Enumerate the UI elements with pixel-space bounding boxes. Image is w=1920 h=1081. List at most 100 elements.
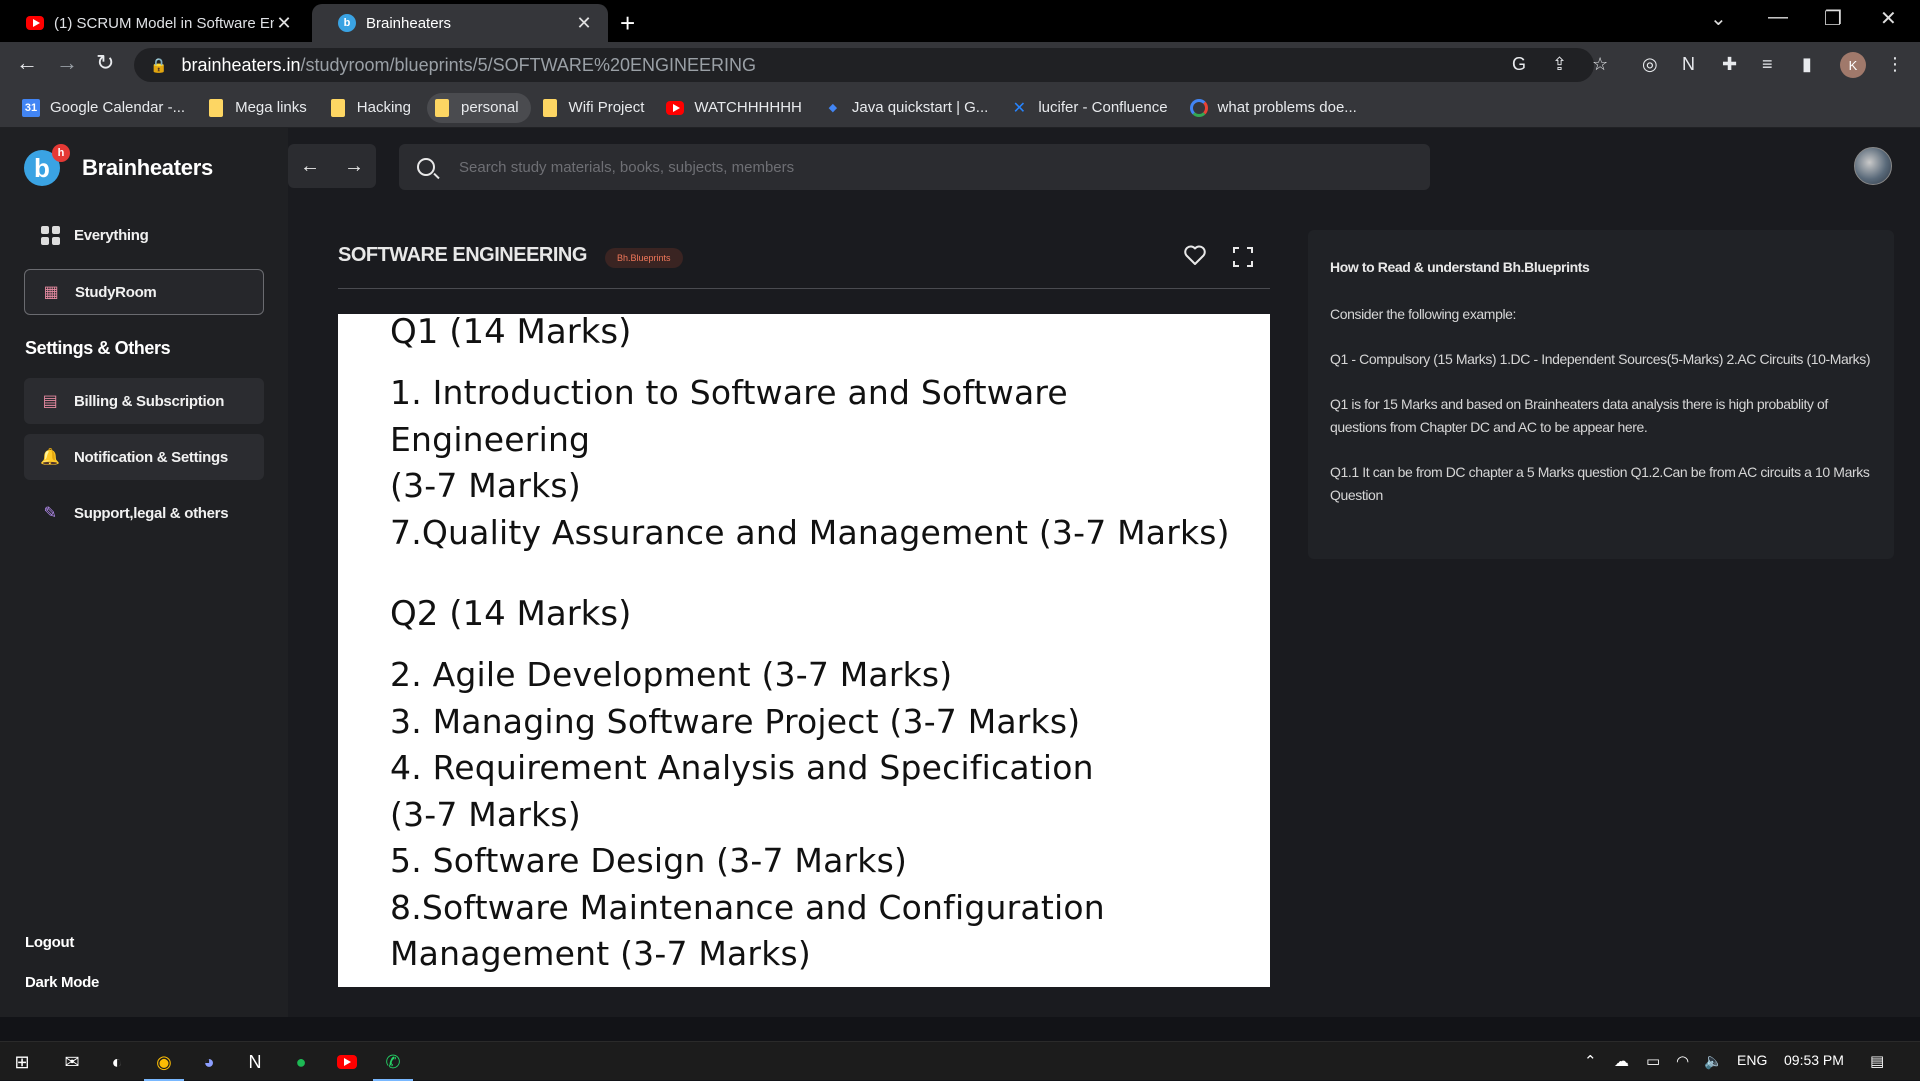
windows-start-icon[interactable]: ⊞ (8, 1048, 36, 1076)
bookmark-label: lucifer - Confluence (1038, 99, 1168, 116)
reload-button[interactable]: ↻ (96, 50, 114, 76)
discord-icon[interactable]: ◕ (195, 1048, 223, 1076)
back-button[interactable]: ← (16, 50, 38, 76)
dark-mode-toggle[interactable]: Dark Mode (25, 974, 99, 991)
bookmark-label: personal (460, 99, 519, 116)
settings-heading: Settings & Others (25, 338, 171, 358)
q2-line: 2. Agile Development (3-7 Marks) (390, 655, 953, 694)
mail-icon[interactable]: ✉ (58, 1048, 86, 1076)
tab-brainheaters[interactable]: b Brainheaters ✕ (312, 4, 608, 42)
arrow-right-icon[interactable]: → (344, 155, 364, 178)
bookmark-star-icon[interactable]: ☆ (1592, 54, 1608, 75)
bookmark-what-problems[interactable]: what problems doe... (1184, 93, 1369, 123)
calendar-icon: 31 (22, 98, 40, 117)
bookmark-hacking[interactable]: Hacking (323, 93, 423, 123)
battery-icon[interactable]: ▭ (1646, 1052, 1660, 1070)
window-close-button[interactable]: ✕ (1880, 6, 1897, 31)
tray-chevron-icon[interactable]: ⌃ (1584, 1052, 1597, 1070)
q1-line: 1. Introduction to Software and Software… (390, 373, 1068, 459)
sidebar-item-studyroom[interactable]: ▦ StudyRoom (24, 269, 264, 315)
notion-taskbar-icon[interactable]: N (241, 1048, 269, 1076)
windows-taskbar: ⊞ ✉ ◐ ◉ ◕ N ● ✆ ⌃ ☁ ▭ ◠ 🔈 ENG 09:53 PM ▤ (0, 1041, 1920, 1081)
bookmark-label: Wifi Project (568, 99, 645, 116)
google-lens-icon[interactable]: G (1512, 54, 1526, 75)
extensions-puzzle-icon[interactable]: ✚ (1722, 54, 1737, 75)
whatsapp-icon[interactable]: ✆ (373, 1048, 413, 1081)
logo-letter: b (34, 152, 50, 183)
close-icon[interactable]: ✕ (274, 13, 294, 34)
media-control-icon[interactable]: ≡ (1762, 54, 1773, 75)
folder-icon (329, 98, 347, 117)
volume-icon[interactable]: 🔈 (1704, 1052, 1723, 1070)
brainheaters-icon: b (338, 14, 356, 32)
history-nav: ← → (288, 144, 376, 188)
info-heading: How to Read & understand Bh.Blueprints (1330, 259, 1590, 275)
new-tab-button[interactable]: + (620, 8, 635, 39)
sidebar-item-billing[interactable]: ▤ Billing & Subscription (24, 378, 264, 424)
blueprint-document: Q1 (14 Marks) 1. Introduction to Softwar… (338, 314, 1270, 987)
clock[interactable]: 09:53 PM (1784, 1052, 1844, 1068)
wifi-icon[interactable]: ◠ (1676, 1052, 1689, 1070)
profile-avatar[interactable]: K (1840, 52, 1866, 78)
bookmark-label: Hacking (356, 99, 411, 116)
arrow-left-icon[interactable]: ← (300, 155, 320, 178)
folder-icon (433, 98, 451, 117)
bell-icon: 🔔 (40, 449, 60, 466)
address-bar[interactable]: 🔒 brainheaters.in/studyroom/blueprints/5… (134, 48, 1594, 82)
sidebar: b h Brainheaters Everything ▦ StudyRoom … (0, 128, 288, 1017)
q1-line: 7.Quality Assurance and Management (3-7 … (390, 512, 1230, 552)
restore-button[interactable]: ❐ (1824, 6, 1842, 31)
sidebar-item-everything[interactable]: Everything (24, 212, 264, 258)
q2-line: 4. Requirement Analysis and Specificatio… (390, 748, 1094, 787)
user-avatar[interactable] (1854, 147, 1892, 185)
folder-icon (541, 98, 559, 117)
sidebar-item-label: StudyRoom (75, 283, 157, 301)
chrome-icon[interactable]: ◉ (144, 1048, 184, 1081)
info-paragraph: Q1 - Compulsory (15 Marks) 1.DC - Indepe… (1330, 351, 1871, 367)
bookmark-personal[interactable]: personal (426, 92, 531, 123)
menu-kebab-icon[interactable]: ⋮ (1886, 54, 1904, 75)
sidebar-item-support[interactable]: ✎ Support,legal & others (24, 490, 264, 536)
forward-button[interactable]: → (56, 50, 78, 76)
search-input[interactable] (459, 158, 1359, 176)
bookmark-watch[interactable]: WATCHHHHHH (660, 93, 813, 123)
notifications-icon[interactable]: ▤ (1870, 1052, 1884, 1070)
wand-icon: ✎ (43, 505, 57, 522)
extension-glasses-icon[interactable]: ◎ (1642, 54, 1658, 75)
bookmark-google-calendar[interactable]: 31 Google Calendar -... (16, 93, 197, 123)
onedrive-icon[interactable]: ☁ (1614, 1052, 1629, 1070)
tab-search-chevron-icon[interactable]: ⌄ (1710, 6, 1727, 31)
heart-icon[interactable] (1183, 244, 1207, 271)
blueprints-badge: Bh.Blueprints (605, 248, 683, 268)
obs-icon[interactable]: ◐ (103, 1048, 131, 1076)
folder-icon (207, 98, 225, 117)
language-indicator[interactable]: ENG (1737, 1052, 1767, 1068)
confluence-icon: ✕ (1012, 99, 1027, 117)
bookmark-label: Java quickstart | G... (851, 99, 989, 116)
fullscreen-icon[interactable] (1232, 246, 1254, 273)
tab-youtube[interactable]: (1) SCRUM Model in Software En ✕ (0, 4, 308, 42)
youtube-taskbar-icon[interactable] (333, 1048, 361, 1076)
info-paragraph: Q1.1 It can be from DC chapter a 5 Marks… (1330, 464, 1870, 503)
logout-link[interactable]: Logout (25, 934, 74, 951)
bookmark-mega-links[interactable]: Mega links (201, 93, 319, 123)
q2-line: 5. Software Design (3-7 Marks) (390, 841, 908, 880)
google-icon (1189, 98, 1208, 117)
bookmarks-bar: 31 Google Calendar -... Mega links Hacki… (0, 88, 1920, 128)
bookmark-label: what problems doe... (1217, 99, 1357, 116)
bookmark-wifi-project[interactable]: Wifi Project (535, 93, 657, 123)
q1-line: (3-7 Marks) (390, 466, 581, 505)
bookmark-confluence[interactable]: ✕ lucifer - Confluence (1004, 93, 1179, 123)
share-icon[interactable]: ⇪ (1552, 54, 1567, 75)
close-icon[interactable]: ✕ (574, 13, 594, 34)
info-panel: How to Read & understand Bh.Blueprints C… (1308, 230, 1894, 559)
spotify-icon[interactable]: ● (287, 1048, 315, 1076)
sidebar-item-notification[interactable]: 🔔 Notification & Settings (24, 434, 264, 480)
brand-name: Brainheaters (82, 155, 213, 180)
q2-line: 1. Introduction to Software and Software… (390, 978, 1260, 988)
brand[interactable]: b h Brainheaters (24, 144, 213, 186)
bookmark-java-quickstart[interactable]: ◆ Java quickstart | G... (818, 93, 1000, 123)
side-panel-icon[interactable]: ▮ (1802, 54, 1812, 75)
minimize-button[interactable]: — (1768, 6, 1788, 29)
notion-icon[interactable]: N (1682, 54, 1695, 75)
